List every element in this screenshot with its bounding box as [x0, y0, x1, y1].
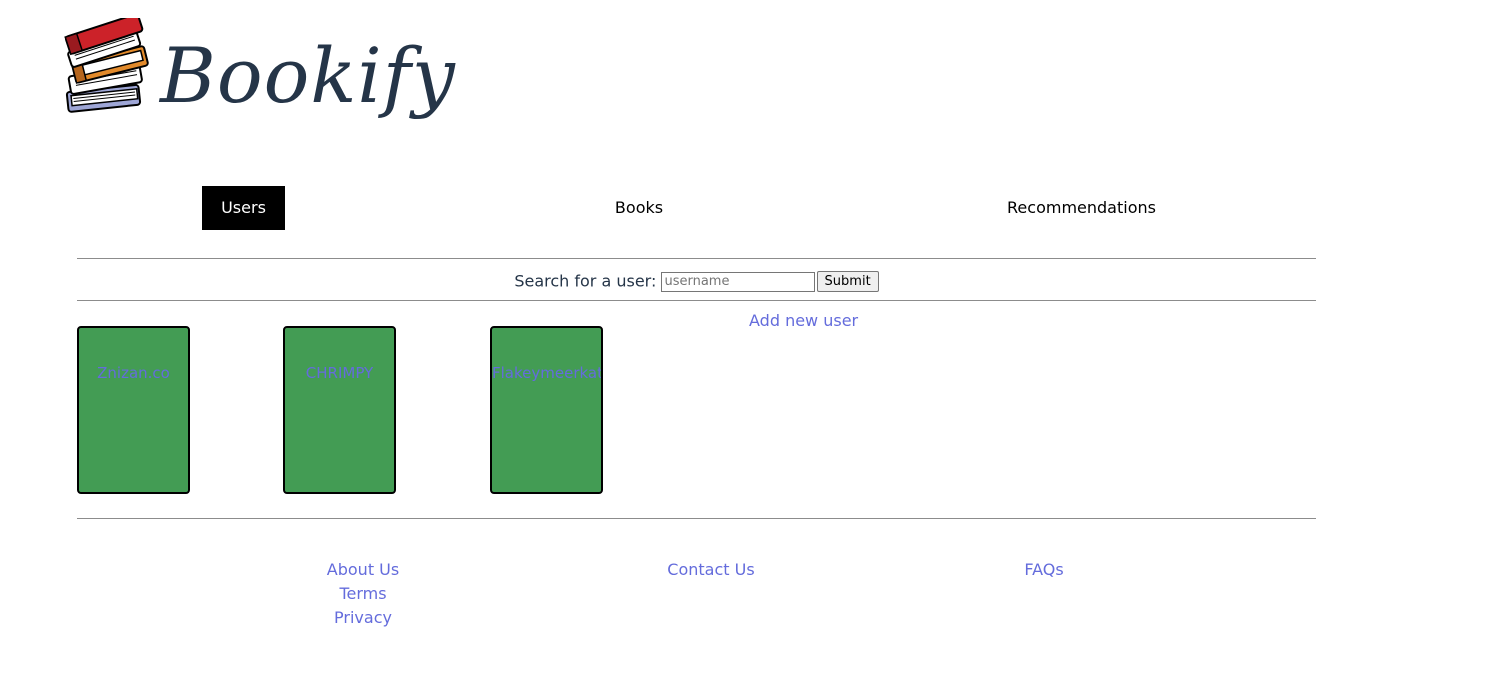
bookify-logo[interactable]: Bookify [62, 18, 455, 153]
footer-terms-link[interactable]: Terms [313, 584, 413, 603]
footer-about-us-link[interactable]: About Us [313, 560, 413, 579]
footer-privacy-link[interactable]: Privacy [313, 608, 413, 627]
user-card[interactable]: CHRIMPY [283, 326, 396, 494]
divider-search [77, 300, 1316, 301]
footer-contact-us-link[interactable]: Contact Us [651, 560, 771, 579]
user-card[interactable]: Flakeymeerkat [490, 326, 603, 494]
user-search-form: Search for a user: Submit [0, 270, 1393, 292]
divider-top [77, 258, 1316, 259]
nav-books[interactable]: Books [598, 186, 680, 230]
user-card[interactable]: Znizan.co [77, 326, 190, 494]
footer-faqs-link[interactable]: FAQs [1004, 560, 1084, 579]
stack-of-books-icon [64, 18, 149, 113]
search-label: Search for a user: [514, 271, 657, 291]
nav-users[interactable]: Users [202, 186, 285, 230]
user-card-name[interactable]: Znizan.co [79, 364, 188, 382]
user-card-name[interactable]: Flakeymeerkat [492, 364, 601, 382]
page: Bookify Users Books Recommendations Sear… [0, 0, 1485, 691]
user-card-name[interactable]: CHRIMPY [285, 364, 394, 382]
search-submit-button[interactable]: Submit [816, 271, 879, 292]
logo-title: Bookify [160, 31, 456, 120]
divider-bottom [77, 518, 1316, 519]
nav-recommendations[interactable]: Recommendations [1000, 186, 1163, 230]
add-new-user-link[interactable]: Add new user [749, 311, 858, 330]
username-search-input[interactable] [661, 271, 816, 292]
